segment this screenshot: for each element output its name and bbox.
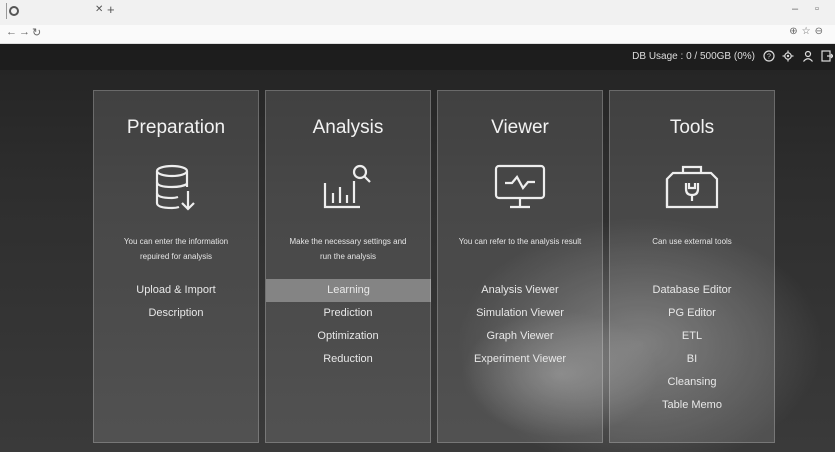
menu-item-simulation-viewer[interactable]: Simulation Viewer [438, 302, 602, 325]
menu-item-experiment-viewer[interactable]: Experiment Viewer [438, 348, 602, 371]
menu-item-optimization[interactable]: Optimization [266, 325, 430, 348]
back-arrow-icon[interactable]: ← [6, 26, 17, 38]
new-tab-icon[interactable]: + [107, 2, 115, 17]
window-restore-icon[interactable]: ▫ [815, 3, 819, 15]
tab-favicon-icon [9, 6, 19, 16]
db-usage-status: DB Usage : 0 / 500GB (0%) [632, 51, 755, 62]
card-title: Viewer [491, 117, 549, 138]
user-icon[interactable] [802, 50, 814, 62]
card-analysis: Analysis Make the necessary settings and… [265, 90, 431, 443]
settings-gear-icon[interactable] [782, 50, 794, 62]
forward-arrow-icon[interactable]: → [19, 26, 30, 38]
window-minimize-icon[interactable]: – [792, 3, 798, 15]
menu-item-learning[interactable]: Learning [266, 279, 431, 302]
svg-text:?: ? [767, 54, 771, 61]
menu-item-analysis-viewer[interactable]: Analysis Viewer [438, 279, 602, 302]
card-description: Make the necessary settings and run the … [289, 237, 407, 261]
menu-item-cleansing[interactable]: Cleansing [610, 371, 774, 394]
reload-icon[interactable]: ↻ [32, 26, 41, 39]
card-menu: Database Editor PG Editor ETL BI Cleansi… [610, 279, 774, 417]
card-description: Can use external tools [652, 237, 732, 246]
database-download-icon [154, 163, 198, 218]
card-title: Tools [669, 117, 715, 138]
help-icon[interactable]: ? [763, 50, 775, 62]
menu-item-reduction[interactable]: Reduction [266, 348, 430, 371]
card-description: You can enter the information repuired f… [123, 237, 229, 261]
chart-search-icon [322, 163, 374, 216]
tab-divider [6, 3, 7, 19]
menu-item-graph-viewer[interactable]: Graph Viewer [438, 325, 602, 348]
menu-item-description[interactable]: Description [94, 302, 258, 325]
address-bar-icons[interactable]: ⊕☆⊖ [789, 26, 827, 37]
menu-item-etl[interactable]: ETL [610, 325, 774, 348]
monitor-chart-icon [493, 163, 547, 216]
app-main: DB Usage : 0 / 500GB (0%) ? Preparation [0, 44, 835, 452]
menu-item-pg-editor[interactable]: PG Editor [610, 302, 774, 325]
browser-tab-bar: ✕ + – ▫ [0, 0, 835, 25]
card-title: Preparation [126, 117, 226, 138]
card-menu: Learning Prediction Optimization Reducti… [266, 279, 431, 371]
menu-item-upload-import[interactable]: Upload & Import [94, 279, 258, 302]
menu-item-prediction[interactable]: Prediction [266, 302, 430, 325]
card-tools: Tools Can use external tools Database Ed… [609, 90, 775, 443]
menu-item-bi[interactable]: BI [610, 348, 774, 371]
menu-item-table-memo[interactable]: Table Memo [610, 394, 774, 417]
browser-address-bar[interactable]: ← → ↻ ⊕☆⊖ [0, 25, 835, 44]
toolbox-icon [664, 163, 720, 216]
app-top-bar: DB Usage : 0 / 500GB (0%) ? [0, 44, 835, 70]
tab-close-icon[interactable]: ✕ [95, 4, 103, 15]
menu-item-database-editor[interactable]: Database Editor [610, 279, 774, 302]
logout-icon[interactable] [821, 50, 834, 62]
card-title: Analysis [312, 117, 384, 138]
card-description: You can refer to the analysis result [458, 237, 582, 246]
card-menu: Analysis Viewer Simulation Viewer Graph … [438, 279, 602, 371]
card-preparation: Preparation You can enter the informatio… [93, 90, 259, 443]
card-viewer: Viewer You can refer to the analysis res… [437, 90, 603, 443]
card-menu: Upload & Import Description [94, 279, 258, 325]
